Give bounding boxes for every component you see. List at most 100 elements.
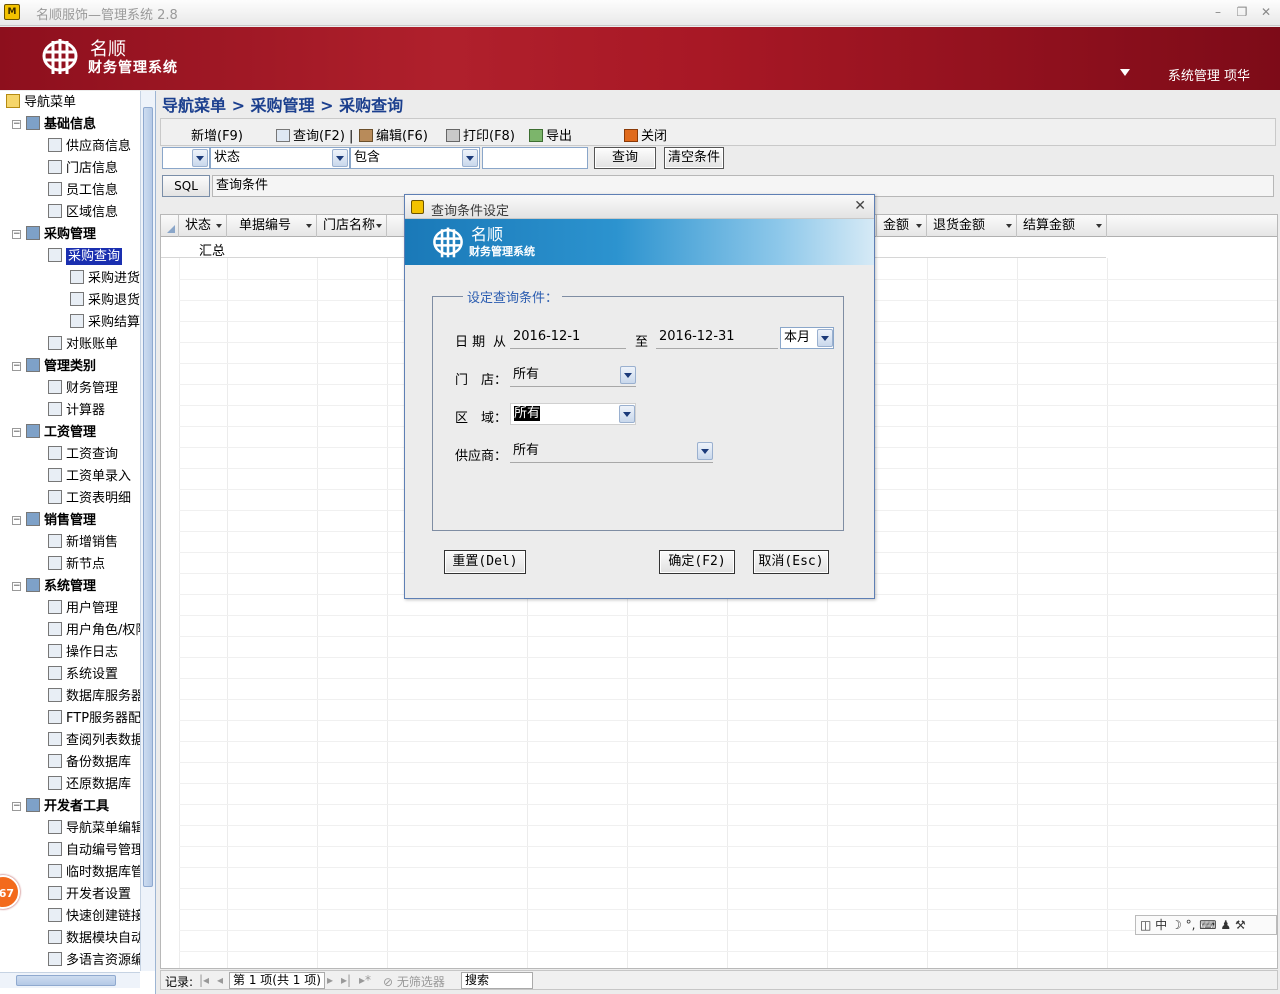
sidebar-item[interactable]: 采购进货 [70,269,140,289]
chevron-down-icon[interactable] [462,149,478,167]
chevron-down-icon[interactable] [697,442,713,460]
sidebar-item[interactable]: 员工信息 [48,181,118,201]
sidebar-item[interactable]: 新节点 [48,555,105,575]
column-header[interactable]: 单据编号 [227,215,317,237]
supplier-select[interactable]: 所有 [510,441,713,463]
sidebar-item[interactable]: 多语言资源编辑 [48,951,140,971]
date-from-input[interactable]: 2016-12-1 [510,327,626,349]
sidebar-item[interactable]: 采购查询 [48,247,124,267]
sidebar-item[interactable]: 开发者设置 [48,885,131,905]
export-button[interactable]: 导出 [529,125,572,144]
sidebar-item[interactable]: 新增销售 [48,533,118,553]
edit-button[interactable]: 编辑(F6) [359,125,428,144]
print-button[interactable]: 打印(F8) [446,125,515,144]
wrench-icon[interactable]: ⚒ [1235,918,1246,932]
date-to-input[interactable]: 2016-12-31 [656,327,778,349]
sidebar-item[interactable]: 快速创建链接 [48,907,140,927]
chevron-down-icon[interactable] [1006,224,1012,228]
field-select[interactable]: 状态 [210,147,350,169]
collapse-icon[interactable]: − [12,582,21,591]
filter-value-input[interactable] [482,147,588,169]
record-position[interactable]: 第 1 项(共 1 项) [229,972,325,989]
sidebar-item[interactable]: 工资查询 [48,445,118,465]
close-button[interactable]: 关闭 [624,125,667,144]
ok-button[interactable]: 确定(F2) [659,550,735,574]
chevron-down-icon[interactable] [332,149,348,167]
moon-icon[interactable]: ☽ [1171,918,1182,932]
sidebar-item[interactable]: 采购结算 [70,313,140,333]
last-record-icon[interactable]: ▸| [341,973,351,987]
sidebar-item[interactable]: 区域信息 [48,203,118,223]
sidebar-item[interactable]: 自动编号管理 [48,841,140,861]
sidebar-item[interactable]: 还原数据库 [48,775,131,795]
current-user[interactable]: 系统管理 项华 [1168,65,1250,84]
sidebar-item[interactable]: − 采购管理 [12,225,96,245]
user-icon[interactable]: ♟ [1220,918,1231,932]
keyboard-icon[interactable]: ⌨ [1199,918,1216,932]
previous-record-icon[interactable]: ◂ [217,973,223,987]
dialog-close-icon[interactable]: ✕ [854,198,866,214]
sql-button[interactable]: SQL [162,175,210,197]
sidebar-item[interactable]: 供应商信息 [48,137,131,157]
chevron-down-icon[interactable] [192,149,208,167]
sidebar-item[interactable]: − 销售管理 [12,511,96,531]
chevron-down-icon[interactable] [620,366,636,384]
new-record-icon[interactable]: ▸* [359,973,371,987]
sidebar-item[interactable]: − 基础信息 [12,115,96,135]
tree-root[interactable]: 导航菜单 [6,93,76,113]
sidebar-item[interactable]: 查阅列表数据 [48,731,140,751]
reset-button[interactable]: 重置(Del) [444,550,526,574]
chevron-down-icon[interactable] [916,224,922,228]
collapse-icon[interactable]: − [12,428,21,437]
column-header[interactable]: 状态 [179,215,227,237]
chevron-down-icon[interactable] [1096,224,1102,228]
chevron-down-icon[interactable] [376,224,382,228]
logic-operator-select[interactable] [162,147,210,169]
store-select[interactable]: 所有 [510,365,636,387]
punctuation-icon[interactable]: °, [1186,918,1196,932]
sidebar-item[interactable]: 财务管理 [48,379,118,399]
sidebar-item[interactable]: 系统设置 [48,665,118,685]
no-filter-indicator[interactable]: ⊘ 无筛选器 [383,973,445,990]
sidebar-item[interactable]: − 工资管理 [12,423,96,443]
scrollbar-thumb[interactable] [16,975,116,986]
next-record-icon[interactable]: ▸ [327,973,333,987]
new-button[interactable]: 新增(F9) [191,125,243,144]
query-filter-button[interactable]: 查询 [594,147,656,169]
sidebar-item[interactable]: 用户角色/权限 [48,621,140,641]
clear-filter-button[interactable]: 清空条件 [664,147,724,169]
chevron-down-icon[interactable] [619,405,635,423]
column-header[interactable]: 门店名称 [317,215,387,237]
column-header[interactable]: 金额 [877,215,927,237]
region-select[interactable]: 所有 [510,403,636,425]
sidebar-item[interactable]: 临时数据库管理 [48,863,140,883]
sidebar-item[interactable]: 数据库服务器 [48,687,140,707]
period-select[interactable]: 本月 [780,327,834,349]
operator-select[interactable]: 包含 [350,147,480,169]
sidebar-item[interactable]: 门店信息 [48,159,118,179]
sidebar-item[interactable]: 对账账单 [48,335,118,355]
sidebar-item[interactable]: − 管理类别 [12,357,96,377]
close-window-button[interactable]: ✕ [1256,3,1276,21]
ime-toolbar[interactable]: ◫ 中 ☽ °, ⌨ ♟ ⚒ [1135,915,1277,935]
user-menu-arrow-icon[interactable] [1120,69,1130,76]
column-header[interactable]: 结算金额 [1017,215,1107,237]
chevron-down-icon[interactable] [817,329,833,347]
cancel-button[interactable]: 取消(Esc) [753,550,829,574]
sidebar-item[interactable]: 工资单录入 [48,467,131,487]
chevron-down-icon[interactable] [216,224,222,228]
sidebar-item[interactable]: − 系统管理 [12,577,96,597]
sidebar-vertical-scrollbar[interactable] [140,91,155,971]
sidebar-item[interactable]: 用户管理 [48,599,118,619]
search-input[interactable]: 搜索 [461,972,533,989]
minimize-button[interactable]: – [1208,3,1228,21]
collapse-icon[interactable]: − [12,362,21,371]
restore-button[interactable]: ❐ [1232,3,1252,21]
sidebar-item[interactable]: 操作日志 [48,643,118,663]
sidebar-item[interactable]: 工资表明细 [48,489,131,509]
query-button[interactable]: 查询(F2) | [276,125,353,144]
collapse-icon[interactable]: − [12,516,21,525]
sidebar-item[interactable]: 计算器 [48,401,105,421]
sidebar-item[interactable]: FTP服务器配置 [48,709,140,729]
grid-corner[interactable] [161,215,179,237]
